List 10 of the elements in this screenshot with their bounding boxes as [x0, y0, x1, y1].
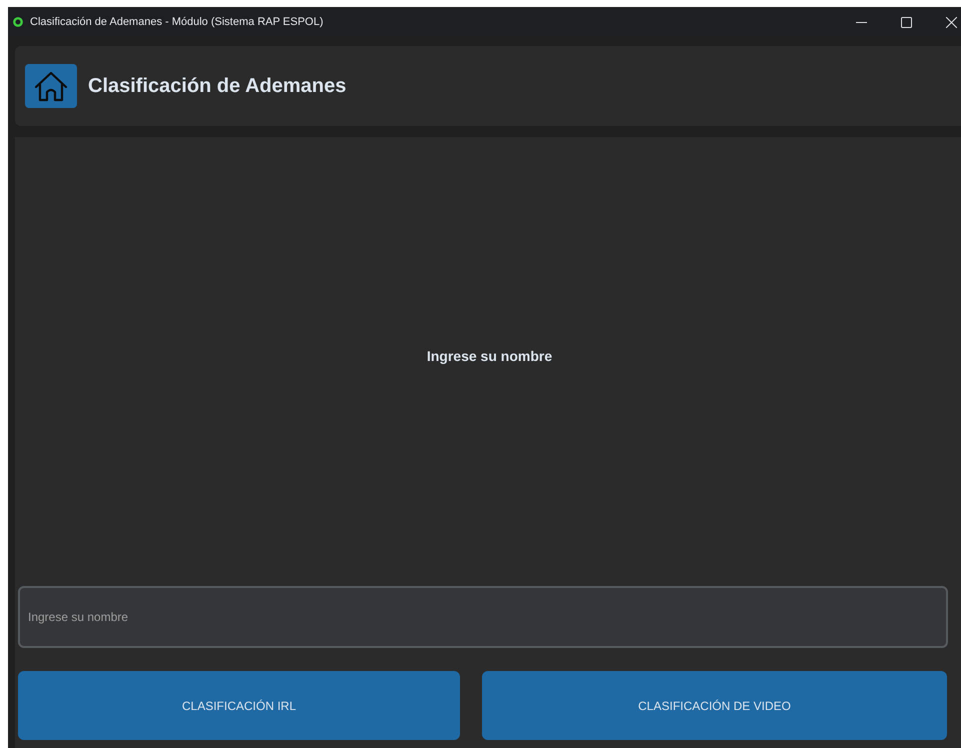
app-icon	[13, 17, 23, 27]
home-icon[interactable]	[25, 64, 77, 108]
window-title: Clasificación de Ademanes - Módulo (Sistema RAP ESPOL)	[30, 16, 324, 28]
close-icon[interactable]	[946, 16, 957, 28]
prompt-label: Ingrese su nombre	[426, 348, 552, 364]
classification-button[interactable]: CLASIFICACIÓN IRL	[18, 671, 460, 740]
classification-button[interactable]: CLASIFICACIÓN DE VIDEO	[482, 671, 947, 740]
header-title: Clasificación de Ademanes	[88, 74, 346, 98]
name-input-field[interactable]: Ingrese su nombre	[18, 586, 948, 648]
maximize-icon[interactable]	[901, 16, 912, 28]
